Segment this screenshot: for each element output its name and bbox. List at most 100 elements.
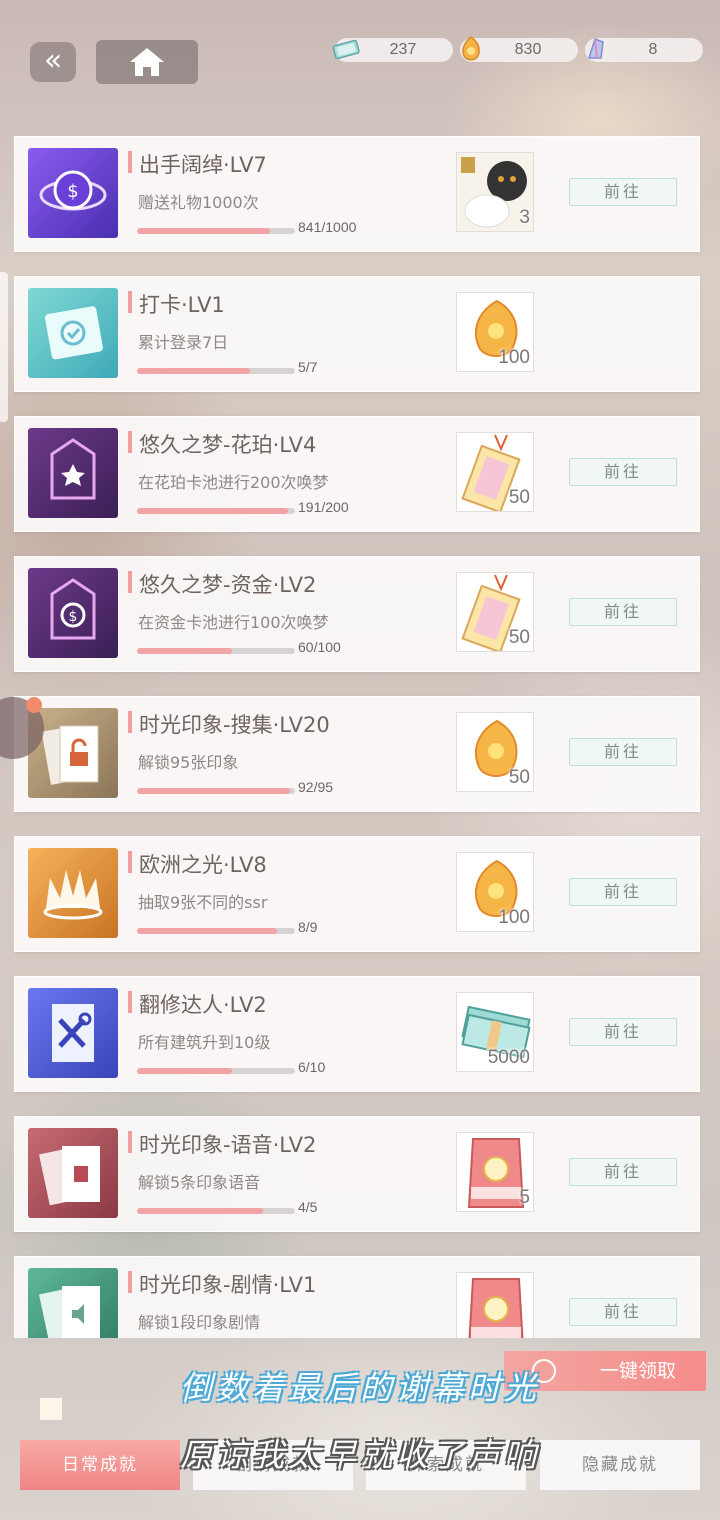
achievement-card: 时光印象-搜集·LV20 解锁95张印象 92/95 50 前往 — [14, 696, 700, 812]
achievement-card: $ 出手阔绰·LV7 赠送礼物1000次 841/1000 3 前往 — [14, 136, 700, 252]
achievement-title: 时光印象-语音·LV2 — [139, 1133, 317, 1157]
progress-text: 6/10 — [298, 1059, 326, 1075]
svg-text:$: $ — [67, 181, 78, 202]
reward-count: 50 — [508, 487, 530, 508]
title-marker — [128, 571, 132, 593]
back-button[interactable]: « — [30, 42, 76, 82]
reward-count: 50 — [508, 627, 530, 648]
progress-text: 841/1000 — [298, 219, 357, 235]
achievement-card: 欧洲之光·LV8 抽取9张不同的ssr 8/9 100 前往 — [14, 836, 700, 952]
title-marker — [128, 151, 132, 173]
reward-count: 3 — [519, 207, 530, 228]
achievement-desc: 累计登录7日 — [138, 333, 229, 352]
tools-icon — [28, 988, 118, 1078]
achievement-desc: 抽取9张不同的ssr — [138, 893, 268, 912]
title-marker — [128, 291, 132, 313]
achievement-desc: 解锁1段印象剧情 — [138, 1313, 261, 1332]
reward-cat-card[interactable]: 3 — [456, 152, 534, 232]
coin-gate-icon: $ — [28, 568, 118, 658]
progress-bar — [137, 368, 295, 374]
progress-bar — [137, 788, 295, 794]
achievement-card: 时光印象-剧情·LV1 解锁1段印象剧情 前往 — [14, 1256, 700, 1338]
notification-dot — [26, 697, 42, 713]
reward-count: 100 — [498, 347, 530, 368]
title-marker — [128, 431, 132, 453]
achievement-desc: 在资金卡池进行100次唤梦 — [138, 613, 329, 632]
title-marker — [128, 991, 132, 1013]
achievement-desc: 解锁5条印象语音 — [138, 1173, 261, 1192]
reward-catfood[interactable] — [456, 1272, 534, 1338]
goto-button[interactable]: 前往 — [569, 458, 677, 486]
title-marker — [128, 1271, 132, 1293]
banknote-icon — [332, 39, 360, 60]
home-icon — [130, 48, 164, 76]
achievement-card: 翻修达人·LV2 所有建筑升到10级 6/10 5000 前往 — [14, 976, 700, 1092]
achievement-title: 时光印象-剧情·LV1 — [139, 1273, 317, 1297]
flower-gate-icon — [28, 428, 118, 518]
achievement-desc: 在花珀卡池进行200次唤梦 — [138, 473, 329, 492]
achievement-card: 打卡·LV1 累计登录7日 5/7 100 — [14, 276, 700, 392]
achievement-title: 打卡·LV1 — [139, 293, 225, 317]
progress-text: 191/200 — [298, 499, 349, 515]
side-drawer-handle[interactable] — [0, 272, 8, 422]
achievement-desc: 解锁95张印象 — [138, 753, 239, 772]
goto-button[interactable]: 前往 — [569, 878, 677, 906]
achievement-title: 时光印象-搜集·LV20 — [139, 713, 330, 737]
achievement-card: 悠久之梦-花珀·LV4 在花珀卡池进行200次唤梦 191/200 50 前往 — [14, 416, 700, 532]
reward-amber[interactable]: 100 — [456, 852, 534, 932]
goto-button[interactable]: 前往 — [569, 1018, 677, 1046]
achievement-title: 出手阔绰·LV7 — [139, 153, 267, 177]
book-cards-icon — [28, 1128, 118, 1218]
title-marker — [128, 851, 132, 873]
lyric-subtitle-1: 倒数着最后的谢幕时光 — [179, 1369, 540, 1407]
achievement-card: 时光印象-语音·LV2 解锁5条印象语音 4/5 5 前往 — [14, 1116, 700, 1232]
amber-coin-icon — [462, 36, 480, 61]
achievement-desc: 所有建筑升到10级 — [138, 1033, 271, 1052]
reward-amber[interactable]: 100 — [456, 292, 534, 372]
sound-cards-icon — [28, 1268, 118, 1338]
progress-bar — [137, 1068, 295, 1074]
achievement-card: $ 悠久之梦-资金·LV2 在资金卡池进行100次唤梦 60/100 50 前往 — [14, 556, 700, 672]
goto-button[interactable]: 前往 — [569, 178, 677, 206]
crown-icon — [28, 848, 118, 938]
goto-button[interactable]: 前往 — [569, 738, 677, 766]
goto-button[interactable]: 前往 — [569, 598, 677, 626]
lyric-subtitle-2: 原谅我太早就收了声响 — [179, 1436, 540, 1474]
reward-count: 100 — [498, 907, 530, 928]
title-marker — [128, 1131, 132, 1153]
reward-count: 5000 — [487, 1047, 530, 1068]
crystal-icon — [587, 38, 604, 59]
goto-button[interactable]: 前往 — [569, 1298, 677, 1326]
achievement-desc: 赠送礼物1000次 — [138, 193, 259, 212]
achievement-list[interactable]: $ 出手阔绰·LV7 赠送礼物1000次 841/1000 3 前往 打卡·LV… — [14, 136, 702, 1338]
reward-charm-ticket[interactable]: 50 — [456, 432, 534, 512]
home-button[interactable] — [96, 40, 198, 84]
progress-text: 92/95 — [298, 779, 334, 795]
svg-text:$: $ — [69, 609, 78, 625]
reward-count: 50 — [508, 767, 530, 788]
currency-crystal[interactable]: 8 — [585, 38, 703, 62]
progress-text: 60/100 — [298, 639, 341, 655]
reward-catfood[interactable]: 5 — [456, 1132, 534, 1212]
achievement-title: 悠久之梦-花珀·LV4 — [139, 433, 317, 457]
progress-text: 4/5 — [298, 1199, 318, 1215]
reward-amber[interactable]: 50 — [456, 712, 534, 792]
title-marker — [128, 711, 132, 733]
reward-charm-ticket[interactable]: 50 — [456, 572, 534, 652]
progress-text: 8/9 — [298, 919, 318, 935]
achievement-title: 悠久之梦-资金·LV2 — [139, 573, 317, 597]
coin-ring-icon: $ — [28, 148, 118, 238]
progress-bar — [137, 228, 295, 234]
goto-button[interactable]: 前往 — [569, 1158, 677, 1186]
checkin-icon — [28, 288, 118, 378]
currency-banknote[interactable]: 237 — [332, 38, 453, 62]
progress-bar — [137, 1208, 295, 1214]
progress-bar — [137, 648, 295, 654]
reward-banknotes[interactable]: 5000 — [456, 992, 534, 1072]
achievement-title: 翻修达人·LV2 — [139, 993, 267, 1017]
currency-amber[interactable]: 830 — [460, 36, 578, 62]
progress-text: 5/7 — [298, 359, 318, 375]
reward-count: 5 — [519, 1187, 530, 1208]
progress-bar — [137, 508, 295, 514]
achievement-title: 欧洲之光·LV8 — [139, 853, 267, 877]
